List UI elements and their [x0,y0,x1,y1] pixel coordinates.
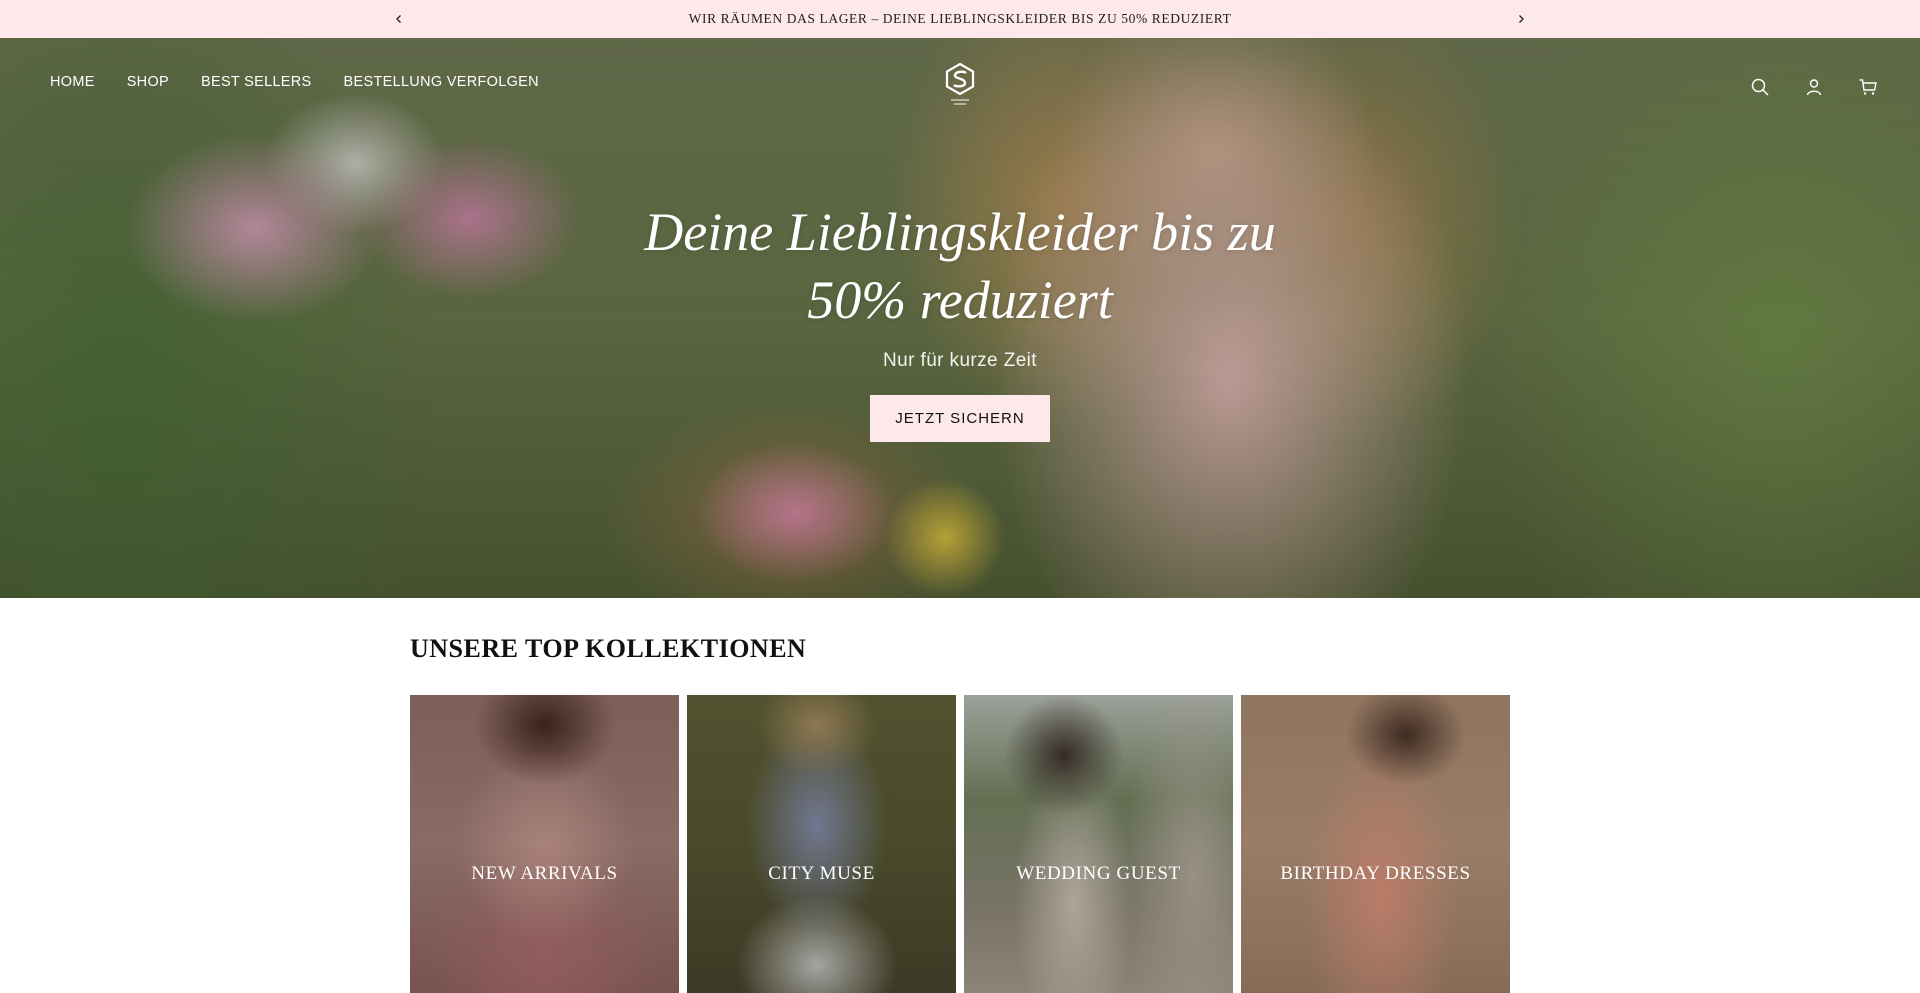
collections-grid: NEW ARRIVALS CITY MUSE WEDDING GUEST BIR… [410,695,1510,993]
account-icon [1806,79,1822,96]
announcement-bar: WIR RÄUMEN DAS LAGER – DEINE LIEBLINGSKL… [0,0,1920,38]
cart-button[interactable] [1856,75,1880,99]
shop-now-button[interactable]: JETZT SICHERN [870,395,1050,442]
hero-title: Deine Lieblingskleider bis zu 50% reduzi… [644,202,1276,330]
nav-item-home[interactable]: HOME [50,74,95,90]
card-overlay [964,695,1233,993]
chevron-right-icon [1519,15,1524,23]
hero-subtitle: Nur für kurze Zeit [883,350,1037,371]
collection-card-city-muse[interactable]: CITY MUSE [687,695,956,993]
collections-heading: UNSERE TOP KOLLEKTIONEN [410,634,807,663]
card-overlay [687,695,956,993]
collection-card-birthday-dresses[interactable]: BIRTHDAY DRESSES [1241,695,1510,993]
collection-card-new-arrivals[interactable]: NEW ARRIVALS [410,695,679,993]
collection-card-label: CITY MUSE [768,863,875,884]
search-button[interactable] [1748,75,1772,99]
hero-banner: HOME SHOP BEST SELLERS BESTELLUNG VERFOL… [0,38,1920,598]
main-nav: HOME SHOP BEST SELLERS BESTELLUNG VERFOL… [50,74,539,90]
chevron-left-icon [396,15,401,23]
brand-logo[interactable] [940,62,980,110]
announcement-message: WIR RÄUMEN DAS LAGER – DEINE LIEBLINGSKL… [688,11,1232,26]
hero-content: Deine Lieblingskleider bis zu 50% reduzi… [0,198,1920,442]
announcement-prev-button[interactable] [380,0,418,38]
card-overlay [1241,695,1510,993]
nav-item-shop[interactable]: SHOP [127,74,169,90]
collection-card-label: BIRTHDAY DRESSES [1280,863,1471,884]
logo-icon [945,62,975,105]
cart-icon [1859,79,1877,95]
header-actions [1748,75,1880,99]
collection-card-label: NEW ARRIVALS [471,863,618,884]
collection-card-wedding-guest[interactable]: WEDDING GUEST [964,695,1233,993]
nav-item-track-order[interactable]: BESTELLUNG VERFOLGEN [344,74,539,90]
search-icon [1751,78,1769,96]
card-overlay [410,695,679,993]
nav-item-best-sellers[interactable]: BEST SELLERS [201,74,312,90]
announcement-next-button[interactable] [1502,0,1540,38]
collection-card-label: WEDDING GUEST [1016,863,1181,884]
account-button[interactable] [1802,75,1826,99]
